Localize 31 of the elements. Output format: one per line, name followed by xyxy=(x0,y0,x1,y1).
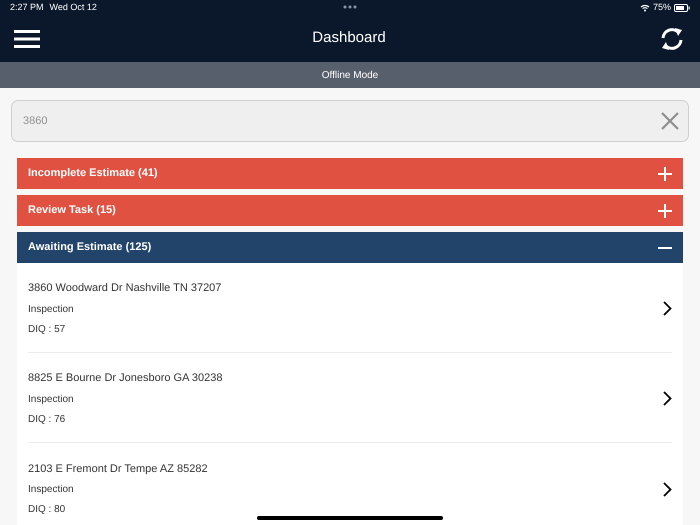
menu-button[interactable] xyxy=(14,28,40,48)
chevron-right-icon xyxy=(663,482,672,496)
battery-icon xyxy=(674,4,690,12)
section-header[interactable]: Review Task (15) xyxy=(17,195,683,226)
address-text: 3860 Woodward Dr Nashville TN 37207 xyxy=(28,281,222,296)
expand-icon xyxy=(658,166,672,180)
diq-value: DIQ : 80 xyxy=(28,503,66,518)
diq-value: DIQ : 57 xyxy=(28,322,66,337)
section-header[interactable]: Incomplete Estimate (41) xyxy=(17,158,683,189)
address-text: 2103 E Fremont Dr Tempe AZ 85282 xyxy=(28,462,209,477)
clear-icon[interactable] xyxy=(660,111,680,131)
estimate-list-item[interactable]: 2103 E Fremont Dr Tempe AZ 85282 Inspection DIQ : 80 xyxy=(28,443,672,525)
wifi-icon xyxy=(640,4,650,12)
page-title: Dashboard xyxy=(311,28,387,48)
inspection-type: Inspection xyxy=(28,302,75,317)
section-header[interactable]: Awaiting Estimate (125) xyxy=(17,232,683,263)
menu-icon xyxy=(14,28,40,48)
address-text: 8825 E Bourne Dr Jonesboro GA 30238 xyxy=(28,371,224,386)
diq-value: DIQ : 76 xyxy=(28,412,66,427)
more-dots-icon xyxy=(343,5,357,9)
inspection-type: Inspection xyxy=(28,392,75,407)
expand-icon xyxy=(658,204,672,218)
chevron-right-icon xyxy=(663,301,672,316)
estimate-list-item[interactable]: 8825 E Bourne Dr Jonesboro GA 30238 Inspection DIQ : 76 xyxy=(28,353,672,443)
offline-mode-label: Offline Mode xyxy=(322,68,378,82)
status-time: 2:27 PM xyxy=(10,0,44,14)
inspection-type: Inspection xyxy=(28,483,75,498)
chevron-right-icon xyxy=(663,391,672,406)
estimate-list-item[interactable]: 3860 Woodward Dr Nashville TN 37207 Inspection DIQ : 57 xyxy=(28,263,672,353)
status-date: Wed Oct 12 xyxy=(50,0,97,14)
battery-percent: 75% xyxy=(652,0,671,14)
